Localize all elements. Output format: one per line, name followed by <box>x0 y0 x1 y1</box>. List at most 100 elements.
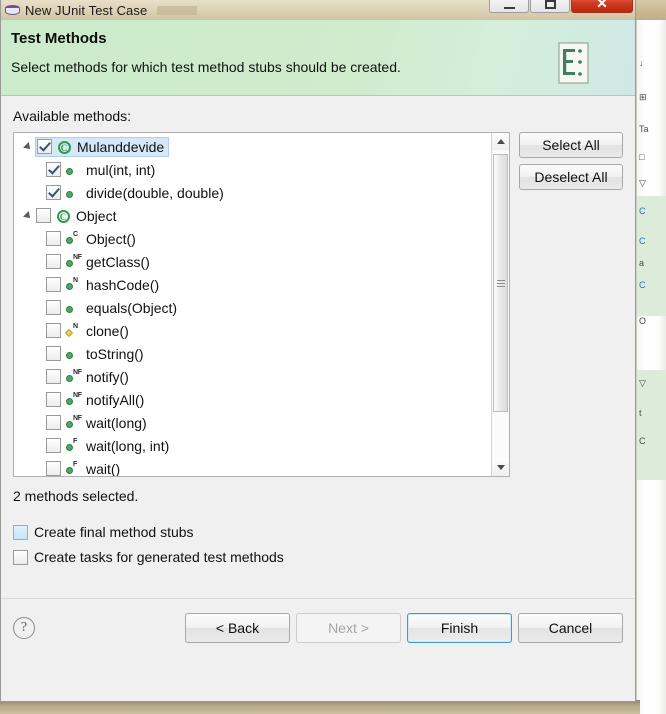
finish-button[interactable]: Finish <box>407 612 512 643</box>
modifier-badge: NF <box>73 253 82 261</box>
tree-row-label: Object() <box>86 230 136 247</box>
tree-row-checkbox[interactable] <box>37 139 52 154</box>
tree-row[interactable]: C Mulanddevide <box>14 135 491 158</box>
dialog-titlebar[interactable]: New JUnit Test Case ✕ <box>1 0 635 20</box>
tree-side-buttons: Select All Deselect All <box>519 132 623 190</box>
tree-row-label: Object <box>76 207 117 224</box>
methods-tree[interactable]: C Mulanddevide mul(int, int) divide(double,… <box>13 132 510 477</box>
tree-row-checkbox[interactable] <box>46 415 61 430</box>
background-view-row: ⊞ <box>639 92 647 102</box>
row-content: toString() <box>46 346 144 362</box>
tree-row[interactable]: NhashCode() <box>14 273 491 296</box>
row-content: Fwait(long, int) <box>46 438 169 454</box>
option-row[interactable]: Create final method stubs <box>13 524 623 540</box>
maximize-button[interactable] <box>530 0 570 13</box>
expand-arrow-icon[interactable] <box>20 210 36 221</box>
tree-row-checkbox[interactable] <box>46 254 61 269</box>
row-content: NF getClass() <box>46 254 150 270</box>
tree-row[interactable]: NF getClass() <box>14 250 491 273</box>
background-view-row: Ta <box>639 124 649 134</box>
selection-status: 2 methods selected. <box>13 488 139 504</box>
close-button[interactable]: ✕ <box>571 0 633 13</box>
background-view-row: C <box>639 280 646 290</box>
tree-row[interactable]: C Object <box>14 204 491 227</box>
modifier-badge: NF <box>73 391 82 399</box>
tree-row-label: Mulanddevide <box>77 138 165 155</box>
background-view-row: a <box>639 258 645 268</box>
tree-and-buttons-row: C Mulanddevide mul(int, int) divide(double,… <box>13 132 623 477</box>
scrollbar-thumb[interactable] <box>493 154 508 412</box>
background-view-row: C <box>639 236 646 246</box>
minimize-button[interactable] <box>489 0 529 13</box>
select-all-button[interactable]: Select All <box>519 132 623 158</box>
tree-row-checkbox[interactable] <box>46 323 61 338</box>
tree-row-label: notify() <box>86 368 129 385</box>
row-content: Fwait() <box>46 460 121 477</box>
row-content: C Object <box>36 208 116 224</box>
tree-row-label: hashCode() <box>86 276 160 293</box>
page-title: Test Methods <box>11 30 107 47</box>
tree-row[interactable]: mul(int, int) <box>14 158 491 181</box>
tree-row[interactable]: NF notify() <box>14 365 491 388</box>
tree-row-checkbox[interactable] <box>36 208 51 223</box>
tree-row-checkbox[interactable] <box>46 346 61 361</box>
tree-row[interactable]: divide(double, double) <box>14 181 491 204</box>
tree-row-label: wait() <box>86 460 121 477</box>
tree-row-checkbox[interactable] <box>46 231 61 246</box>
method-icon <box>65 185 81 201</box>
tree-row-checkbox[interactable] <box>46 277 61 292</box>
tree-row-checkbox[interactable] <box>46 185 61 200</box>
background-view-row: ↓ <box>639 58 644 68</box>
background-view-row: □ <box>639 152 645 162</box>
tree-row-checkbox[interactable] <box>46 438 61 453</box>
background-view-row: t <box>639 408 642 418</box>
tree-row[interactable]: toString() <box>14 342 491 365</box>
method-icon: NF <box>65 253 82 270</box>
row-content: mul(int, int) <box>46 162 155 178</box>
junit-disk-icon <box>5 2 21 18</box>
tree-row-checkbox[interactable] <box>46 300 61 315</box>
modifier-badge: NF <box>73 414 82 422</box>
scroll-up-arrow-icon[interactable] <box>492 133 509 150</box>
method-icon <box>65 300 81 316</box>
tree-vertical-scrollbar[interactable] <box>491 133 509 476</box>
modifier-badge: C <box>73 230 78 238</box>
cancel-button[interactable]: Cancel <box>518 612 623 643</box>
navigation-buttons: < Back Next > Finish Cancel <box>185 612 623 643</box>
new-junit-test-case-dialog: New JUnit Test Case ✕ Test Methods Selec… <box>0 0 636 702</box>
scrollbar-track[interactable] <box>492 150 509 459</box>
tree-row[interactable]: Nclone() <box>14 319 491 342</box>
method-icon: NF <box>65 368 82 385</box>
tree-row-label: clone() <box>86 322 129 339</box>
back-button[interactable]: < Back <box>185 612 290 643</box>
tree-row[interactable]: Fwait() <box>14 457 491 476</box>
scroll-down-arrow-icon[interactable] <box>492 459 509 476</box>
method-icon: N <box>65 277 81 293</box>
option-row[interactable]: Create tasks for generated test methods <box>13 549 623 565</box>
tree-row[interactable]: NF wait(long) <box>14 411 491 434</box>
method-icon: F <box>65 461 81 477</box>
deselect-all-button[interactable]: Deselect All <box>519 164 623 190</box>
tree-row-label: divide(double, double) <box>86 184 224 201</box>
tree-row-checkbox[interactable] <box>46 461 61 476</box>
tree-row-label: toString() <box>86 345 144 362</box>
tree-row-label: mul(int, int) <box>86 161 156 178</box>
option-checkbox[interactable] <box>13 524 28 540</box>
tree-row[interactable]: NF notifyAll() <box>14 388 491 411</box>
option-checkbox[interactable] <box>13 549 28 565</box>
background-view-row: ▽ <box>639 178 646 188</box>
help-icon[interactable]: ? <box>13 616 35 639</box>
tree-row[interactable]: equals(Object) <box>14 296 491 319</box>
tree-row-checkbox[interactable] <box>46 392 61 407</box>
method-icon: NF <box>65 414 82 431</box>
tree-row-checkbox[interactable] <box>46 162 61 177</box>
tree-row[interactable]: C Object() <box>14 227 491 250</box>
modifier-badge: N <box>73 276 78 284</box>
modifier-badge: NF <box>73 368 82 376</box>
option-label: Create final method stubs <box>34 524 194 540</box>
tree-row-checkbox[interactable] <box>46 369 61 384</box>
row-content: Nclone() <box>46 323 129 339</box>
tree-row[interactable]: Fwait(long, int) <box>14 434 491 457</box>
method-protected-icon: N <box>65 323 81 339</box>
expand-arrow-icon[interactable] <box>20 141 36 152</box>
